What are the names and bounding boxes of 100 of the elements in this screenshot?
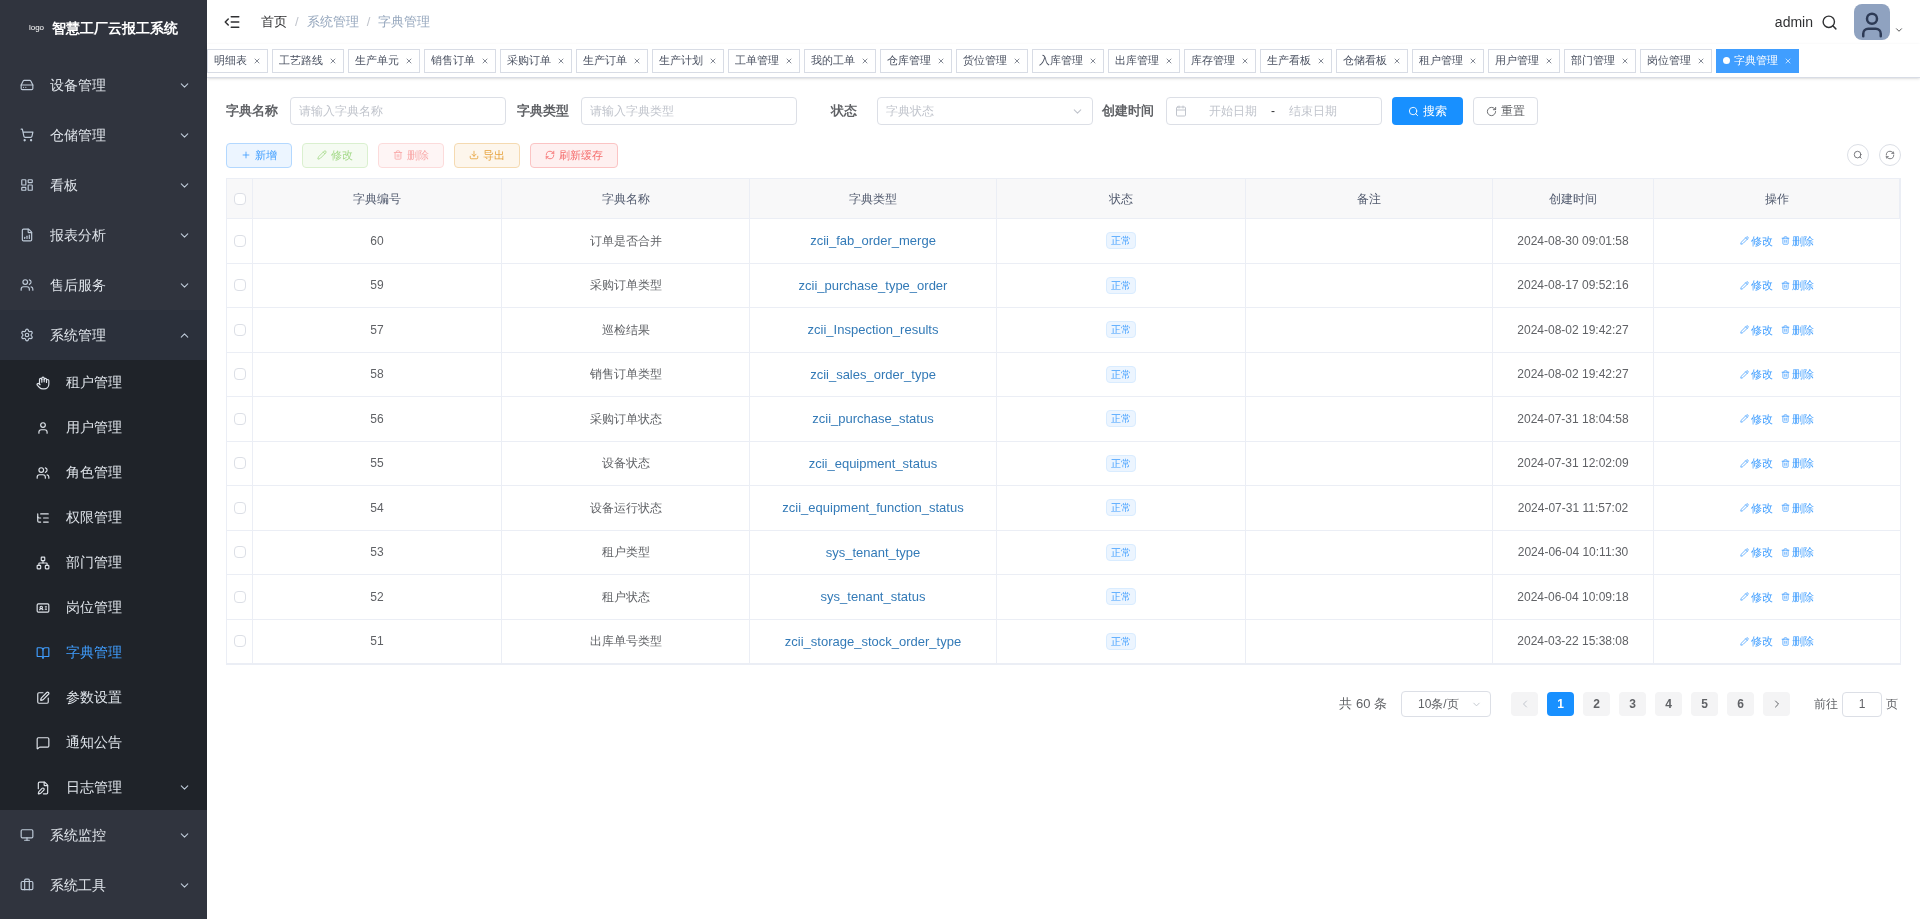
dict-type-link[interactable]: zcii_purchase_status [812,409,934,429]
sidebar-item[interactable]: 仓储管理 [0,110,207,160]
sidebar-subitem[interactable]: 角色管理 [0,450,207,495]
dict-type-link[interactable]: zcii_sales_order_type [810,364,936,384]
close-icon[interactable] [1621,56,1629,65]
dict-type-link[interactable]: sys_tenant_type [825,542,921,562]
page-tab[interactable]: 工单管理 [728,48,800,73]
page-tab[interactable]: 工艺路线 [272,48,344,73]
sidebar-item[interactable]: 系统管理 [0,310,207,360]
page-tab[interactable]: 入库管理 [1032,48,1104,73]
page-tab[interactable]: 部门管理 [1564,48,1636,73]
page-tab[interactable]: 生产看板 [1260,48,1332,73]
select-all-checkbox[interactable] [233,192,246,205]
sidebar-subitem[interactable]: 日志管理 [0,765,207,810]
sidebar-subitem[interactable]: 通知公告 [0,720,207,765]
avatar[interactable] [1854,4,1890,40]
page-tab[interactable]: 采购订单 [500,48,572,73]
row-checkbox[interactable] [233,279,246,292]
close-icon[interactable] [253,56,261,65]
page-tab[interactable]: 仓库管理 [880,48,952,73]
breadcrumb-item[interactable]: 首页 [261,12,287,32]
delete-link[interactable]: 删除 [1781,455,1814,472]
close-icon[interactable] [1545,56,1553,65]
page-tab[interactable]: 生产计划 [652,48,724,73]
dict-type-link[interactable]: zcii_purchase_type_order [798,275,948,295]
edit-link[interactable]: 修改 [1740,455,1773,472]
date-range-field[interactable]: 开始日期 - 结束日期 [1166,97,1382,125]
delete-link[interactable]: 删除 [1781,232,1814,249]
delete-link[interactable]: 删除 [1781,366,1814,383]
row-checkbox[interactable] [233,323,246,336]
sidebar-item[interactable]: 售后服务 [0,260,207,310]
close-icon[interactable] [1165,56,1173,65]
dict-type-link[interactable]: zcii_Inspection_results [807,320,939,340]
sidebar-subitem[interactable]: 岗位管理 [0,585,207,630]
page-tab[interactable]: 仓储看板 [1336,48,1408,73]
sidebar-item[interactable]: 系统工具 [0,860,207,910]
sidebar-item[interactable]: 设备管理 [0,60,207,110]
sidebar-subitem[interactable]: 权限管理 [0,495,207,540]
page-button[interactable]: 4 [1655,692,1682,716]
page-tab[interactable]: 明细表 [207,48,268,73]
goto-page-field[interactable]: 1 [1842,691,1882,717]
page-button[interactable]: 6 [1727,692,1754,716]
page-tab[interactable]: 生产订单 [576,48,648,73]
row-checkbox[interactable] [233,546,246,559]
close-icon[interactable] [633,56,641,65]
sidebar-item[interactable]: 看板 [0,160,207,210]
page-tab[interactable]: 岗位管理 [1640,48,1712,73]
close-icon[interactable] [557,56,565,65]
reset-button[interactable]: 重置 [1473,97,1538,125]
page-button[interactable]: 2 [1583,692,1610,716]
close-icon[interactable] [1089,56,1097,65]
search-button[interactable]: 搜索 [1392,97,1463,125]
page-tab[interactable]: 生产单元 [348,48,420,73]
caret-icon[interactable] [1894,25,1904,35]
page-tab[interactable]: 货位管理 [956,48,1028,73]
close-icon[interactable] [861,56,869,65]
sidebar-subitem[interactable]: 参数设置 [0,675,207,720]
page-tab[interactable]: 我的工单 [804,48,876,73]
close-icon[interactable] [1241,56,1249,65]
close-icon[interactable] [1393,56,1401,65]
edit-link[interactable]: 修改 [1740,410,1773,427]
sidebar-subitem[interactable]: 用户管理 [0,405,207,450]
row-checkbox[interactable] [233,368,246,381]
close-icon[interactable] [481,56,489,65]
page-tab[interactable]: 销售订单 [424,48,496,73]
page-tab[interactable]: 库存管理 [1184,48,1256,73]
close-icon[interactable] [405,56,413,65]
edit-link[interactable]: 修改 [1740,588,1773,605]
delete-link[interactable]: 删除 [1781,277,1814,294]
dict-type-link[interactable]: zcii_storage_stock_order_type [784,631,962,651]
close-icon[interactable] [1317,56,1325,65]
row-checkbox[interactable] [233,501,246,514]
edit-link[interactable]: 修改 [1740,321,1773,338]
dict-type-link[interactable]: zcii_equipment_function_status [782,498,964,518]
dict-type-link[interactable]: sys_tenant_status [820,587,926,607]
close-icon[interactable] [329,56,337,65]
row-checkbox[interactable] [233,412,246,425]
delete-link[interactable]: 删除 [1781,544,1814,561]
username[interactable]: admin [1774,11,1813,33]
dict-type-link[interactable]: zcii_equipment_status [808,453,938,473]
row-checkbox[interactable] [233,590,246,603]
row-checkbox[interactable] [233,457,246,470]
close-icon[interactable] [1469,56,1477,65]
row-checkbox[interactable] [233,234,246,247]
edit-link[interactable]: 修改 [1740,499,1773,516]
page-button[interactable]: 3 [1619,692,1646,716]
sidebar-item[interactable]: 报表分析 [0,210,207,260]
sidebar-subitem[interactable]: 租户管理 [0,360,207,405]
page-tab[interactable]: 用户管理 [1488,48,1560,73]
close-icon[interactable] [1013,56,1021,65]
close-icon[interactable] [1697,56,1705,65]
close-icon[interactable] [785,56,793,65]
search-icon[interactable] [1821,13,1838,31]
close-icon[interactable] [1784,56,1792,65]
edit-link[interactable]: 修改 [1740,232,1773,249]
page-tab[interactable]: 租户管理 [1412,48,1484,73]
sidebar-subitem[interactable]: 部门管理 [0,540,207,585]
delete-link[interactable]: 删除 [1781,499,1814,516]
input-field[interactable]: 请输入字典名称 [290,97,506,125]
page-button[interactable]: 1 [1547,692,1574,716]
